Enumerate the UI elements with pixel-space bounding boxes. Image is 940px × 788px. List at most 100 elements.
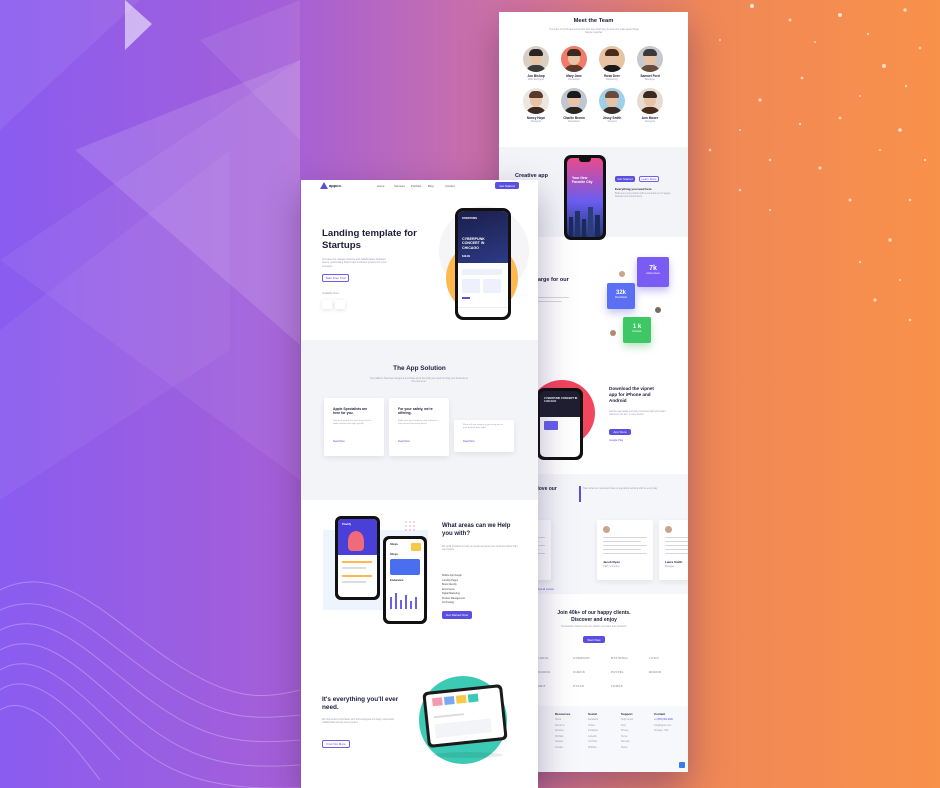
footer-link[interactable]: Contact [555, 747, 563, 749]
clients-title: Join 40k+ of our happy clients. Discover… [557, 610, 631, 623]
client-logo: FORGE [611, 684, 624, 688]
solution-card-title: Apple Specialists are here for you. [333, 407, 368, 416]
creative-title: Creative app [515, 173, 549, 179]
areas-list-item: Ecommerce [442, 587, 455, 591]
creative-primary-button[interactable]: Get Started [615, 176, 635, 182]
team-member-avatar [561, 88, 587, 114]
creative-phone-headline: Your New Favorite City [572, 176, 593, 184]
hero-trial-button[interactable]: Start Free Trial [322, 274, 349, 282]
mini-avatar [610, 330, 616, 336]
testimonial-avatar [665, 526, 672, 533]
download-body: Get the app today and stay connected wit… [609, 410, 666, 416]
team-member-role: Manager [644, 78, 656, 81]
store-badge[interactable] [322, 300, 332, 309]
hero-title: Landing template for Startups [322, 228, 417, 251]
solution-card-title: For your safety, we're offering. [398, 407, 433, 416]
google-play-link[interactable]: Google Play [609, 439, 623, 442]
solution-card-body: Make sure your hardware and software is … [398, 420, 439, 425]
view-reviews-link[interactable]: View all reviews [537, 588, 554, 591]
hero-note: Available Now [322, 292, 339, 295]
footer-link[interactable]: Help Center [621, 719, 633, 721]
footer-link[interactable]: Status [621, 747, 628, 749]
team-member-avatar [523, 88, 549, 114]
everything-button[interactable]: Find Out More [322, 740, 350, 748]
team-member-avatar [599, 46, 625, 72]
hero-phone-label: DOWNTOWN [462, 217, 477, 220]
footer-link[interactable]: Sitemap [621, 741, 629, 743]
creative-secondary-button[interactable]: Learn More [639, 176, 659, 182]
footer-column-title: Support [621, 712, 633, 716]
team-member-avatar [637, 88, 663, 114]
footer-link[interactable]: Twitter [588, 725, 595, 727]
footer-link[interactable]: info@appco.com [654, 725, 671, 727]
team-member-avatar [637, 46, 663, 72]
areas-list-item: Digital Marketing [442, 592, 460, 595]
solution-card[interactable]: Apple Specialists are here for you. Give … [324, 398, 384, 456]
areas-section: Pixelify Shops Shops Endurance What area… [301, 500, 538, 660]
team-member-role: Developer [568, 120, 580, 123]
areas-list-item: Landing Pages [442, 578, 458, 582]
footer-link[interactable]: Services [555, 730, 564, 732]
nav-item[interactable]: Contact [445, 184, 455, 188]
front-page-preview: appco. Home Services Portfolio Blog Contact … [301, 180, 538, 788]
solution-card-link[interactable]: Read More [463, 440, 475, 443]
footer-link[interactable]: Home [555, 719, 561, 721]
nav-cta-button[interactable]: Get Started [495, 182, 519, 189]
testimonial-card: Jacob Ryan CEO, Company [597, 520, 653, 580]
team-body: Our team is full of talented people who … [549, 28, 639, 34]
footer-link[interactable]: Privacy [621, 730, 629, 732]
footer-link[interactable]: Chicago, USA [654, 730, 668, 732]
client-logo: NATIONAL [611, 656, 629, 660]
areas-phone-1: Pixelify [335, 516, 380, 600]
areas-title: What areas can we Help you with? [442, 523, 511, 537]
solution-card-link[interactable]: Read More [398, 440, 410, 443]
nav-logo[interactable]: appco. [329, 183, 342, 188]
nav-item[interactable]: Blog [428, 184, 434, 188]
store-badge[interactable] [335, 300, 345, 309]
footer-link[interactable]: Instagram [588, 730, 598, 732]
solution-card[interactable]: For your safety, we're offering. Make sur… [389, 398, 449, 456]
footer-link[interactable]: About Us [555, 725, 564, 727]
testimonial-name: Laura Smith [665, 560, 683, 564]
mini-avatar [655, 307, 661, 313]
footer-link[interactable]: YouTube [588, 741, 597, 743]
team-member-role: Developer [568, 78, 580, 81]
team-section: Meet the Team Our team is full of talent… [499, 12, 688, 147]
everything-body: We help teams build faster with tools de… [322, 718, 394, 724]
nav-item[interactable]: Portfolio [411, 184, 421, 188]
clients-start-button[interactable]: Start Now [583, 636, 605, 643]
footer-link[interactable]: +1 (555) 000-0000 [654, 719, 673, 721]
hero-phone-headline: CYBERPUNK CONCERT IN CHICAGO [462, 237, 485, 250]
testimonial-role: Manager [665, 565, 675, 568]
team-member-role: Web Designer [527, 78, 545, 81]
team-member-role: Support [607, 120, 617, 123]
client-logo: CHECK [573, 670, 586, 674]
footer-column-title: Contact [654, 712, 666, 716]
footer-link[interactable]: LinkedIn [588, 736, 597, 738]
tablet-mockup [422, 683, 508, 749]
solution-card-link[interactable]: Read More [333, 440, 345, 443]
stat-card-reviews: 1 k Reviews [623, 317, 651, 343]
footer-link[interactable]: Dribbble [588, 747, 597, 749]
footer-link[interactable]: FAQ [621, 725, 626, 727]
scroll-top-button[interactable] [679, 762, 685, 768]
nav-item[interactable]: Services [394, 184, 405, 188]
nav-item[interactable]: Home [377, 184, 384, 188]
app-store-button[interactable]: App Store [609, 429, 631, 435]
team-member-avatar [523, 46, 549, 72]
solution-title: The App Solution [393, 365, 446, 372]
team-member-role: Designer [530, 120, 542, 123]
footer-link[interactable]: Terms [621, 736, 627, 738]
hero-body: Increase the release velocity and collab… [322, 258, 387, 268]
footer-link[interactable]: Facebook [588, 719, 598, 721]
client-logo: BRAND [649, 670, 662, 674]
solution-card[interactable]: Work with our experts to get every part … [454, 420, 514, 452]
creative-body: Build your next product with a complete … [615, 192, 672, 198]
footer-link[interactable]: Portfolio [555, 736, 563, 738]
footer-column-title: Resources [555, 712, 571, 716]
areas-list-item: Mobile App Design [442, 574, 462, 577]
areas-phone-2-tag: Shops [390, 553, 398, 556]
footer-link[interactable]: Careers [555, 741, 563, 743]
stat-card-downloads: 32k Downloads [607, 283, 635, 309]
areas-cta-button[interactable]: Get Started Now [442, 611, 472, 619]
